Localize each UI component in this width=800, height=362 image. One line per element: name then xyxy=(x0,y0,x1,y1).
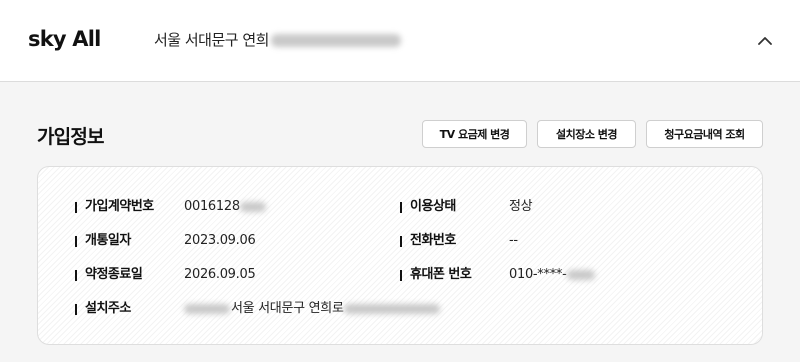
service-header: sky All 서울 서대문구 연희 xyxy=(0,0,800,82)
status-value: 정상 xyxy=(509,199,533,214)
contract-no-label: 가입계약번호 xyxy=(75,197,154,217)
masked-mobile xyxy=(566,269,595,280)
contract-end-label: 약정종료일 xyxy=(75,265,143,285)
collapse-button[interactable] xyxy=(752,29,778,53)
mobile-label: 휴대폰 번호 xyxy=(400,265,472,285)
billing-history-button[interactable]: 청구요금내역 조회 xyxy=(646,120,763,148)
info-card: 가입계약번호 0016128 이용상태 정상 개통일자 2023.09.06 전… xyxy=(37,166,763,345)
contract-no-text: 0016128 xyxy=(184,199,240,214)
header-address-text: 서울 서대문구 연희 xyxy=(154,31,269,49)
install-address-value: 서울 서대문구 연희로 xyxy=(184,299,440,319)
phone-label: 전화번호 xyxy=(400,231,456,251)
tv-plan-change-button[interactable]: TV 요금제 변경 xyxy=(422,120,527,148)
open-date-value: 2023.09.06 xyxy=(184,233,256,248)
product-name: sky All xyxy=(28,27,101,51)
masked-address-detail xyxy=(270,34,401,47)
phone-value: -- xyxy=(509,233,518,248)
contract-end-value: 2026.09.05 xyxy=(184,267,256,282)
subscription-info-section: 가입정보 TV 요금제 변경 설치장소 변경 청구요금내역 조회 가입계약번호 … xyxy=(0,82,800,362)
info-row: 가입계약번호 0016128 이용상태 정상 xyxy=(38,197,762,217)
header-address: 서울 서대문구 연희 xyxy=(154,29,401,50)
chevron-up-icon xyxy=(758,37,772,45)
masked-contract-no xyxy=(239,201,266,212)
masked-address-suffix xyxy=(343,303,440,314)
status-label: 이용상태 xyxy=(400,197,456,217)
masked-address-prefix xyxy=(184,303,230,314)
install-location-change-button[interactable]: 설치장소 변경 xyxy=(537,120,636,148)
info-row: 설치주소 서울 서대문구 연희로 xyxy=(38,299,762,319)
section-title: 가입정보 xyxy=(37,126,105,148)
install-address-text: 서울 서대문구 연희로 xyxy=(231,301,344,316)
mobile-text: 010-****- xyxy=(509,267,567,282)
info-row: 약정종료일 2026.09.05 휴대폰 번호 010-****- xyxy=(38,265,762,285)
open-date-label: 개통일자 xyxy=(75,231,131,251)
mobile-value: 010-****- xyxy=(509,265,595,285)
install-address-label: 설치주소 xyxy=(75,299,131,319)
contract-no-value: 0016128 xyxy=(184,197,266,217)
info-row: 개통일자 2023.09.06 전화번호 -- xyxy=(38,231,762,251)
